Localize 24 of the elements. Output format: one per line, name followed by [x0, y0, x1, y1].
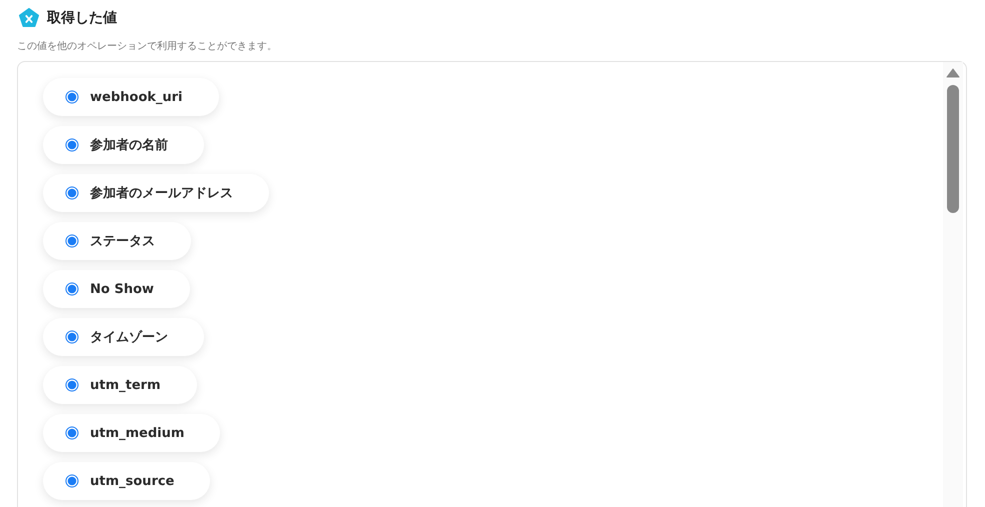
value-chip[interactable]: utm_term — [43, 366, 197, 404]
scrollbar[interactable] — [943, 62, 963, 507]
value-chip[interactable]: 参加者のメールアドレス — [43, 174, 269, 212]
radio-dot-icon — [65, 138, 79, 152]
radio-dot-icon — [65, 186, 79, 200]
value-chip[interactable]: utm_source — [43, 462, 210, 500]
radio-dot-icon — [65, 282, 79, 296]
section-description: この値を他のオペレーションで利用することができます。 — [17, 40, 278, 53]
radio-dot-icon — [65, 426, 79, 440]
radio-dot-icon — [65, 234, 79, 248]
radio-dot-icon — [65, 90, 79, 104]
pentagon-x-icon — [19, 8, 39, 28]
value-chip[interactable]: No Show — [43, 270, 190, 308]
value-chip[interactable]: 参加者の名前 — [43, 126, 204, 164]
section-title: 取得した値 — [47, 9, 117, 27]
value-chip[interactable]: webhook_uri — [43, 78, 219, 116]
scroll-thumb[interactable] — [947, 85, 959, 213]
value-chip[interactable]: utm_medium — [43, 414, 220, 452]
value-chip[interactable]: タイムゾーン — [43, 318, 204, 356]
radio-dot-icon — [65, 474, 79, 488]
radio-dot-icon — [65, 378, 79, 392]
scroll-up-icon[interactable] — [946, 68, 960, 78]
radio-dot-icon — [65, 330, 79, 344]
value-chip[interactable]: ステータス — [43, 222, 191, 260]
